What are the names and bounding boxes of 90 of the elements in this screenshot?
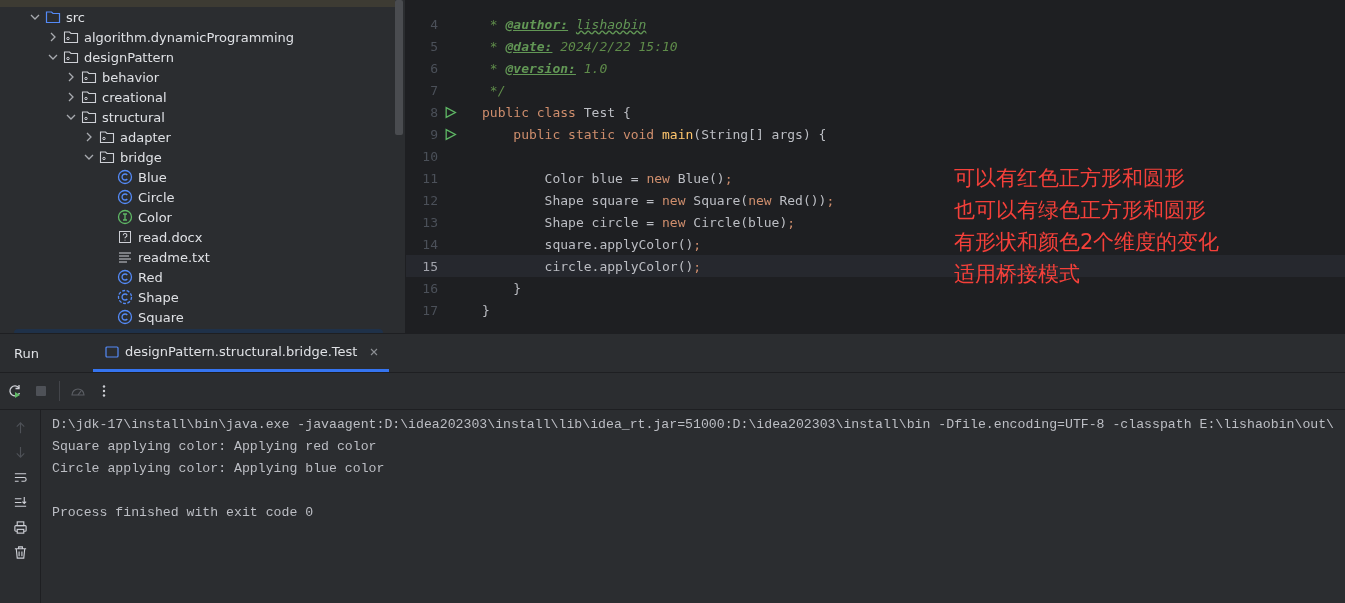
tree-label: designPattern xyxy=(84,49,174,65)
tree-label: structural xyxy=(102,109,165,125)
code-line: public static void main(String[] args) { xyxy=(512,126,827,142)
tree-item[interactable]: creational xyxy=(0,87,395,107)
tree-item[interactable]: structural xyxy=(0,107,395,127)
code-line: */ xyxy=(488,82,506,98)
package-folder-icon xyxy=(81,109,97,125)
chevron-icon[interactable] xyxy=(66,112,76,122)
tree-item[interactable]: algorithm.dynamicProgramming xyxy=(0,27,395,47)
tree-label: Square xyxy=(138,309,184,325)
tree-label: Red xyxy=(138,269,163,285)
close-icon[interactable] xyxy=(369,346,380,357)
package-folder-icon xyxy=(63,29,79,45)
tree-label: behavior xyxy=(102,69,160,85)
code-line: * @author: lishaobin xyxy=(488,16,647,32)
print-icon[interactable] xyxy=(12,520,28,535)
tree-label: algorithm.dynamicProgramming xyxy=(84,29,295,45)
scrollbar-thumb[interactable] xyxy=(395,0,403,135)
code-line: public class Test { xyxy=(482,104,631,120)
tree-item[interactable]: adapter xyxy=(0,127,395,147)
chevron-icon[interactable] xyxy=(66,92,76,102)
chevron-icon[interactable] xyxy=(48,32,58,42)
text-file-icon xyxy=(117,249,133,265)
tree-item[interactable]: designPattern xyxy=(0,47,395,67)
unknown-file-icon xyxy=(117,229,133,245)
package-folder-icon xyxy=(81,89,97,105)
tree-item[interactable]: Shape xyxy=(0,287,395,307)
package-folder-icon xyxy=(81,69,97,85)
annotation-text: 也可以有绿色正方形和圆形 xyxy=(954,197,1207,224)
tree-item[interactable]: Circle xyxy=(0,187,395,207)
console-line: Circle applying color: Applying blue color xyxy=(52,460,385,476)
tree-item[interactable]: readme.txt xyxy=(0,247,395,267)
tree-label: readme.txt xyxy=(138,249,210,265)
code-line: square.applyColor(); xyxy=(543,236,702,252)
trash-icon[interactable] xyxy=(12,545,28,560)
tree-item[interactable]: Square xyxy=(0,307,395,327)
class-icon xyxy=(117,169,133,185)
package-folder-icon xyxy=(99,129,115,145)
tree-item[interactable]: read.docx xyxy=(0,227,395,247)
code-line: circle.applyColor(); xyxy=(543,258,702,274)
code-line: Shape circle = new Circle(blue); xyxy=(543,214,796,230)
tree-label: Circle xyxy=(138,189,175,205)
rerun-icon[interactable] xyxy=(7,383,23,399)
chevron-icon[interactable] xyxy=(84,132,94,142)
tree-item[interactable]: bridge xyxy=(0,147,395,167)
class-icon xyxy=(117,269,133,285)
annotation-text: 可以有红色正方形和圆形 xyxy=(954,165,1186,192)
code-line: * @version: 1.0 xyxy=(488,60,608,76)
chevron-icon[interactable] xyxy=(30,12,40,22)
code-line: Shape square = new Square(new Red()); xyxy=(543,192,835,208)
annotation-text: 适用桥接模式 xyxy=(954,261,1081,288)
tree-label: src xyxy=(66,9,85,25)
tree-label: adapter xyxy=(120,129,171,145)
chevron-icon[interactable] xyxy=(48,52,58,62)
panel-title: Run xyxy=(13,344,40,363)
tree-item[interactable]: Blue xyxy=(0,167,395,187)
console-line: Process finished with exit code 0 xyxy=(52,504,314,520)
tree-label: creational xyxy=(102,89,167,105)
tree-label: read.docx xyxy=(138,229,203,245)
tree-label: bridge xyxy=(120,149,162,165)
code-line: * @date: 2024/2/22 15:10 xyxy=(488,38,678,54)
tree-item[interactable]: Red xyxy=(0,267,395,287)
console-line: Square applying color: Applying red color xyxy=(52,438,377,454)
annotation-text: 有形状和颜色2个维度的变化 xyxy=(954,229,1220,256)
code-line: } xyxy=(512,280,522,296)
tree-label: Blue xyxy=(138,169,167,185)
folder-icon xyxy=(45,9,61,25)
class-icon xyxy=(117,189,133,205)
chevron-icon[interactable] xyxy=(84,152,94,162)
line-number: 15 xyxy=(421,258,438,274)
soft-wrap-icon[interactable] xyxy=(12,470,28,485)
run-icon[interactable] xyxy=(444,127,457,141)
tree-item[interactable]: Color xyxy=(0,207,395,227)
code-line: Color blue = new Blue(); xyxy=(543,170,733,186)
tree-label: Color xyxy=(138,209,172,225)
tree-item[interactable]: behavior xyxy=(0,67,395,87)
package-folder-icon xyxy=(99,149,115,165)
tree-item[interactable]: src xyxy=(0,7,395,27)
run-tab[interactable]: designPattern.structural.bridge.Test xyxy=(92,334,390,372)
class-icon xyxy=(117,309,133,325)
run-icon[interactable] xyxy=(444,105,457,119)
interface-icon xyxy=(117,209,133,225)
package-folder-icon xyxy=(63,49,79,65)
console-line: D:\jdk-17\install\bin\java.exe -javaagent:D:\idea202303\install\lib\idea_rt.jar=51000:D:\idea202303\install\bin -Dfile.encoding=UTF-8 -classpath E:\lishaobin\out\ xyxy=(52,416,1335,432)
console-icon xyxy=(104,344,119,359)
abstract-class-icon xyxy=(117,289,133,305)
chevron-icon[interactable] xyxy=(66,72,76,82)
tree-label: Shape xyxy=(138,289,179,305)
scroll-to-end-icon[interactable] xyxy=(12,495,28,510)
code-line: } xyxy=(482,302,490,318)
